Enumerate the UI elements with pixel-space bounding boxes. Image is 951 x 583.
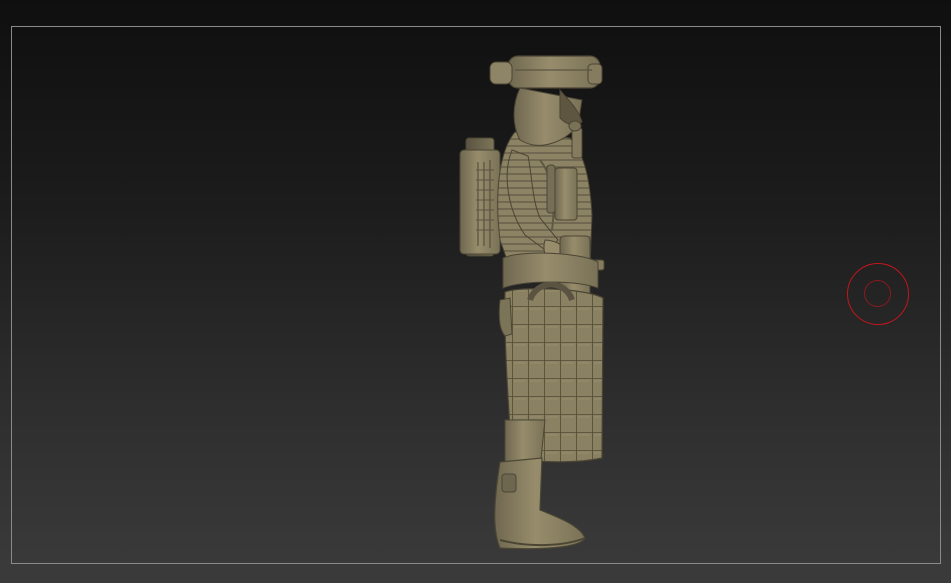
brush-cursor-icon [847, 263, 909, 325]
3d-model-figure[interactable] [0, 0, 951, 583]
brush-cursor-inner-ring [864, 280, 891, 307]
backpack [459, 137, 501, 257]
helmet [489, 55, 603, 146]
canvas-viewport[interactable] [0, 0, 951, 583]
